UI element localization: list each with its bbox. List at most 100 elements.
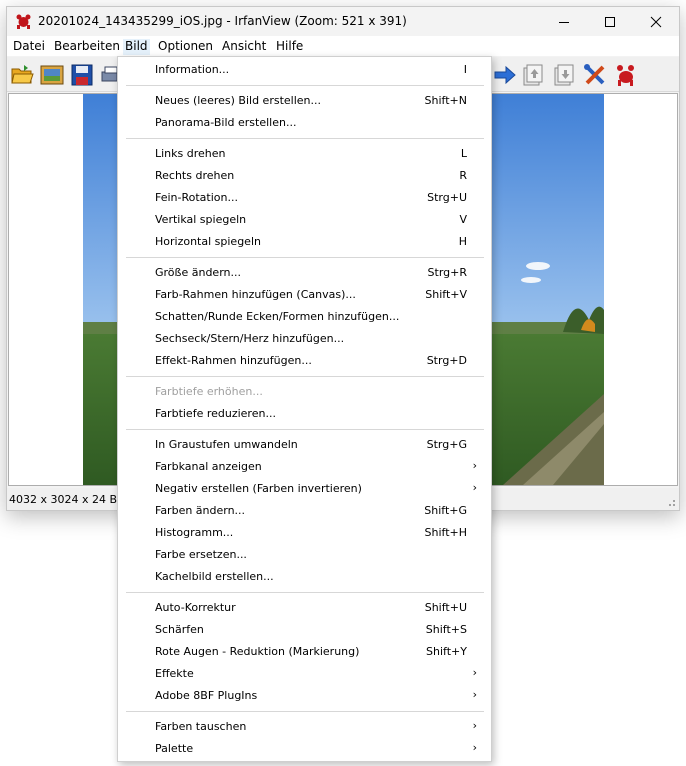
menu-item-panorama[interactable]: Panorama-Bild erstellen... (118, 112, 491, 134)
menu-item-vertikal-spiegeln[interactable]: Vertikal spiegeln V (118, 209, 491, 231)
menu-separator (126, 257, 484, 258)
menu-item-shortcut: Strg+G (426, 438, 467, 451)
menu-item-fein-rotation[interactable]: Fein-Rotation... Strg+U (118, 187, 491, 209)
menu-item-rote-augen[interactable]: Rote Augen - Reduktion (Markierung) Shift… (118, 641, 491, 663)
window-title: 20201024_143435299_iOS.jpg - IrfanView (… (38, 14, 407, 28)
menu-item-8bf-plugins[interactable]: Adobe 8BF PlugIns › (118, 685, 491, 707)
menu-item-label: In Graustufen umwandeln (155, 438, 298, 451)
menu-item-label: Farben ändern... (155, 504, 246, 517)
menu-item-auto-korrektur[interactable]: Auto-Korrektur Shift+U (118, 597, 491, 619)
bild-dropdown-menu: Information... I Neues (leeres) Bild erst… (117, 56, 492, 762)
menu-item-kachelbild[interactable]: Kachelbild erstellen... (118, 566, 491, 588)
submenu-arrow-icon: › (472, 719, 477, 732)
menu-item-shortcut: Strg+U (427, 191, 467, 204)
menu-item-label: Effekt-Rahmen hinzufügen... (155, 354, 312, 367)
menu-item-shortcut: Shift+Y (426, 645, 467, 658)
image-info-status: 4032 x 3024 x 24 BPP (9, 493, 131, 506)
submenu-arrow-icon: › (472, 688, 477, 701)
menu-item-negativ[interactable]: Negativ erstellen (Farben invertieren) › (118, 478, 491, 500)
menu-item-effekte[interactable]: Effekte › (118, 663, 491, 685)
menu-item-label: Schatten/Runde Ecken/Formen hinzufügen..… (155, 310, 400, 323)
menu-item-schaerfen[interactable]: Schärfen Shift+S (118, 619, 491, 641)
menu-item-shortcut: L (460, 147, 467, 160)
menu-item-label: Farb-Rahmen hinzufügen (Canvas)... (155, 288, 356, 301)
next-arrow-icon[interactable] (493, 63, 517, 87)
menu-item-farbtiefe-erhoehen: Farbtiefe erhöhen... (118, 381, 491, 403)
close-button[interactable] (633, 7, 679, 36)
menu-separator (126, 429, 484, 430)
irfanview-logo-icon[interactable] (614, 63, 638, 87)
print-icon[interactable] (100, 63, 117, 87)
menu-item-label: Histogramm... (155, 526, 234, 539)
menu-item-shortcut: Shift+V (425, 288, 467, 301)
menu-item-farben-tauschen[interactable]: Farben tauschen › (118, 716, 491, 738)
save-icon[interactable] (70, 63, 94, 87)
menu-item-effekt-rahmen[interactable]: Effekt-Rahmen hinzufügen... Strg+D (118, 350, 491, 372)
menu-item-shortcut: Strg+R (427, 266, 467, 279)
menu-item-neues-bild[interactable]: Neues (leeres) Bild erstellen... Shift+N (118, 90, 491, 112)
menu-item-label: Auto-Korrektur (155, 601, 236, 614)
menu-item-rechts-drehen[interactable]: Rechts drehen R (118, 165, 491, 187)
menu-item-shortcut: Shift+G (424, 504, 467, 517)
minimize-button[interactable] (541, 7, 587, 36)
menu-hilfe[interactable]: Hilfe (276, 39, 303, 55)
title-bar[interactable]: 20201024_143435299_iOS.jpg - IrfanView (… (7, 7, 679, 36)
menu-separator (126, 711, 484, 712)
menu-optionen[interactable]: Optionen (158, 39, 213, 55)
slideshow-icon[interactable] (40, 63, 64, 87)
menu-item-sechseck-stern[interactable]: Sechseck/Stern/Herz hinzufügen... (118, 328, 491, 350)
menu-item-shortcut: Shift+S (425, 623, 467, 636)
menu-item-shortcut: R (459, 169, 467, 182)
menu-item-label: Effekte (155, 667, 194, 680)
menu-item-label: Information... (155, 63, 230, 76)
menu-item-label: Farben tauschen (155, 720, 247, 733)
menu-item-farben-aendern[interactable]: Farben ändern... Shift+G (118, 500, 491, 522)
menu-item-horizontal-spiegeln[interactable]: Horizontal spiegeln H (118, 231, 491, 253)
open-folder-icon[interactable] (10, 63, 34, 87)
menu-item-shortcut: Shift+H (424, 526, 468, 539)
tools-icon[interactable] (583, 63, 607, 87)
menu-item-shortcut: V (459, 213, 467, 226)
menu-item-farbkanal[interactable]: Farbkanal anzeigen › (118, 456, 491, 478)
menu-item-shortcut: I (463, 63, 467, 76)
menu-item-label: Sechseck/Stern/Herz hinzufügen... (155, 332, 345, 345)
menu-item-farb-rahmen[interactable]: Farb-Rahmen hinzufügen (Canvas)... Shift+… (118, 284, 491, 306)
menu-item-label: Farbkanal anzeigen (155, 460, 262, 473)
menu-ansicht[interactable]: Ansicht (222, 39, 266, 55)
menu-item-groesse-aendern[interactable]: Größe ändern... Strg+R (118, 262, 491, 284)
menu-item-histogramm[interactable]: Histogramm... Shift+H (118, 522, 491, 544)
menu-item-farbe-ersetzen[interactable]: Farbe ersetzen... (118, 544, 491, 566)
menu-item-shortcut: Shift+U (424, 601, 467, 614)
menu-item-label: Panorama-Bild erstellen... (155, 116, 297, 129)
menu-item-schatten-ecken[interactable]: Schatten/Runde Ecken/Formen hinzufügen..… (118, 306, 491, 328)
menu-item-label: Links drehen (155, 147, 226, 160)
menu-item-label: Farbtiefe erhöhen... (155, 385, 263, 398)
menu-item-label: Rechts drehen (155, 169, 235, 182)
menu-item-graustufen[interactable]: In Graustufen umwandeln Strg+G (118, 434, 491, 456)
menu-item-information[interactable]: Information... I (118, 59, 491, 81)
menu-item-label: Adobe 8BF PlugIns (155, 689, 258, 702)
menu-bild[interactable]: Bild (123, 39, 150, 55)
menu-separator (126, 592, 484, 593)
menu-bearbeiten[interactable]: Bearbeiten (54, 39, 120, 55)
menu-item-label: Kachelbild erstellen... (155, 570, 274, 583)
menu-item-farbtiefe-reduzieren[interactable]: Farbtiefe reduzieren... (118, 403, 491, 425)
menu-separator (126, 85, 484, 86)
maximize-button[interactable] (587, 7, 633, 36)
menu-datei[interactable]: Datei (13, 39, 45, 55)
page-up-icon[interactable] (521, 63, 545, 87)
menu-bar: Datei Bearbeiten Bild Optionen Ansicht H… (7, 36, 679, 56)
page-down-icon[interactable] (552, 63, 576, 87)
menu-separator (126, 138, 484, 139)
menu-item-palette[interactable]: Palette › (118, 738, 491, 760)
menu-item-label: Vertikal spiegeln (155, 213, 247, 226)
menu-item-label: Negativ erstellen (Farben invertieren) (155, 482, 362, 495)
menu-item-label: Farbtiefe reduzieren... (155, 407, 276, 420)
resize-grip-icon[interactable] (666, 497, 676, 507)
menu-item-shortcut: Strg+D (426, 354, 467, 367)
menu-item-links-drehen[interactable]: Links drehen L (118, 143, 491, 165)
menu-item-label: Neues (leeres) Bild erstellen... (155, 94, 321, 107)
submenu-arrow-icon: › (472, 481, 477, 494)
maximize-icon (605, 16, 615, 27)
menu-item-label: Farbe ersetzen... (155, 548, 247, 561)
